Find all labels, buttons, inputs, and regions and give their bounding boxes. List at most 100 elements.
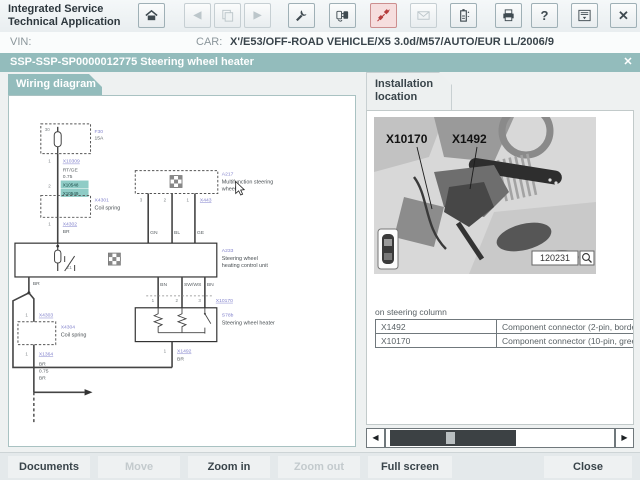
back-button[interactable]: ◀ [184,3,211,28]
wrench-icon [294,8,309,23]
svg-text:GE: GE [197,230,205,236]
car-position-icon [378,229,398,269]
svg-text:Multifunction steering: Multifunction steering [222,180,274,186]
svg-text:0.75: 0.75 [63,174,73,180]
installation-location-panel: X10170 X1492 120231 on steering column X… [366,110,634,425]
connector-desc-cell: Component connector (2-pin, bordeaux [497,320,635,334]
svg-text:X4301: X4301 [95,197,110,203]
forward-arrow-icon: ▶ [254,11,262,21]
svg-text:wheel: wheel [221,186,236,192]
svg-text:BL: BL [174,230,180,236]
document-title: SSP-SSP-SP0000012775 Steering wheel heat… [10,56,254,68]
svg-text:1: 1 [25,313,28,318]
car-value: X'/E53/OFF-ROAD VEHICLE/X5 3.0d/M57/AUTO… [230,36,554,48]
help-icon: ? [541,9,549,22]
svg-text:A217: A217 [222,172,234,178]
wiring-diagram: 30 F30 15A 1 X10309 RT/GE 0.75 X10548 X1… [9,96,355,446]
scroll-right-icon: ▶ [621,433,627,442]
full-screen-button[interactable]: Full screen [368,456,452,478]
installation-photo[interactable]: X10170 X1492 120231 [374,117,596,274]
close-button[interactable]: Close [544,456,632,478]
scrollbar-thumb[interactable] [390,430,516,446]
window-collapse-button[interactable] [571,3,598,28]
svg-text:BR: BR [33,281,40,287]
battery-icon [456,8,471,23]
tab-wiring-diagram[interactable]: Wiring diagram [8,74,102,95]
connector-code-cell: X10170 [376,334,497,348]
tab-installation-line1: Installation [375,78,451,91]
scroll-left-button[interactable]: ◀ [366,428,385,448]
svg-text:SW/WS: SW/WS [184,282,202,288]
zoom-in-button[interactable]: Zoom in [188,456,270,478]
highlighted-connector-links[interactable]: X10548 X10549 2 [48,181,88,197]
app-close-button[interactable]: ✕ [610,3,637,28]
connector-link[interactable]: X1492 [177,349,192,355]
documents-stack-button[interactable] [214,3,241,28]
svg-text:3: 3 [198,298,201,303]
svg-text:A233: A233 [222,248,234,254]
multifunction-steering-wheel-box: A217 Multifunction steering wheel [135,171,273,194]
svg-text:Steering wheel heater: Steering wheel heater [222,321,275,327]
printer-icon [501,8,516,23]
tab-installation-line2: location [375,91,451,104]
photo-label-x1492: X1492 [452,132,487,146]
footer-bar: Documents Move Zoom in Zoom out Full scr… [0,452,640,480]
wiring-diagram-panel[interactable]: 30 F30 15A 1 X10309 RT/GE 0.75 X10548 X1… [8,95,356,447]
home-button[interactable] [138,3,165,28]
svg-text:1: 1 [48,159,51,164]
documents-button[interactable]: Documents [8,456,90,478]
svg-text:X4303: X4303 [39,313,54,319]
settings-button[interactable] [288,3,315,28]
magnifier-button[interactable] [580,251,594,265]
steering-wheel-heater-box: S78b Steering wheel heater [135,308,275,342]
svg-text:Coil spring: Coil spring [95,205,121,211]
svg-text:1: 1 [186,197,189,202]
horizontal-scrollbar[interactable]: ◀ ▶ [366,428,634,448]
control-unit-box: Z1 A233 Steering wheel heating control u… [15,243,268,277]
scroll-right-button[interactable]: ▶ [615,428,634,448]
table-row[interactable]: X10170 Component connector (10-pin, gree… [376,334,635,348]
home-icon [144,8,159,23]
svg-text:heating control unit: heating control unit [222,263,269,269]
svg-text:GN: GN [150,230,158,236]
svg-text:X443: X443 [200,197,212,203]
table-caption: on steering column [375,307,447,317]
fuse-box: 30 F30 15A [41,124,104,154]
help-button[interactable]: ? [531,3,558,28]
scroll-left-icon: ◀ [372,433,378,442]
coil-spring-box-upper: X4301 Coil spring [41,195,120,217]
image-number: 120231 [540,253,570,263]
interface-device-button[interactable] [329,3,356,28]
svg-text:X10548: X10548 [63,182,79,187]
mail-button[interactable] [410,3,437,28]
image-number-box: 120231 [532,251,578,265]
zoom-out-button[interactable]: Zoom out [278,456,360,478]
svg-text:Coil spring: Coil spring [61,333,87,339]
close-icon: ✕ [618,9,629,22]
svg-text:30: 30 [45,127,50,132]
svg-text:1: 1 [164,349,167,354]
control-module-icon [170,176,182,188]
battery-button[interactable] [450,3,477,28]
svg-text:1: 1 [25,352,28,357]
svg-text:F30: F30 [95,129,104,135]
print-button[interactable] [495,3,522,28]
connector-link[interactable]: X4302 [63,221,78,227]
svg-text:S78b: S78b [222,313,234,319]
document-close-icon[interactable]: ✕ [621,55,635,69]
scrollbar-track[interactable] [385,428,615,448]
connector-link[interactable]: X10309 [63,159,80,165]
forward-button[interactable]: ▶ [244,3,271,28]
connector-plug-icon [376,8,391,23]
table-row[interactable]: X1492 Component connector (2-pin, bordea… [376,320,635,334]
svg-text:3: 3 [140,197,143,202]
svg-text:BN: BN [160,282,167,288]
back-arrow-icon: ◀ [194,11,202,21]
connector-link[interactable]: X10170 [216,298,233,304]
connector-desc-cell: Component connector (10-pin, green), [497,334,635,348]
documents-stack-icon [220,8,235,23]
tab-installation-location[interactable]: Installation location [366,72,452,110]
connection-status-button[interactable] [370,3,397,28]
move-button[interactable]: Move [98,456,180,478]
ista-window: Integrated Service Technical Application… [0,0,640,480]
